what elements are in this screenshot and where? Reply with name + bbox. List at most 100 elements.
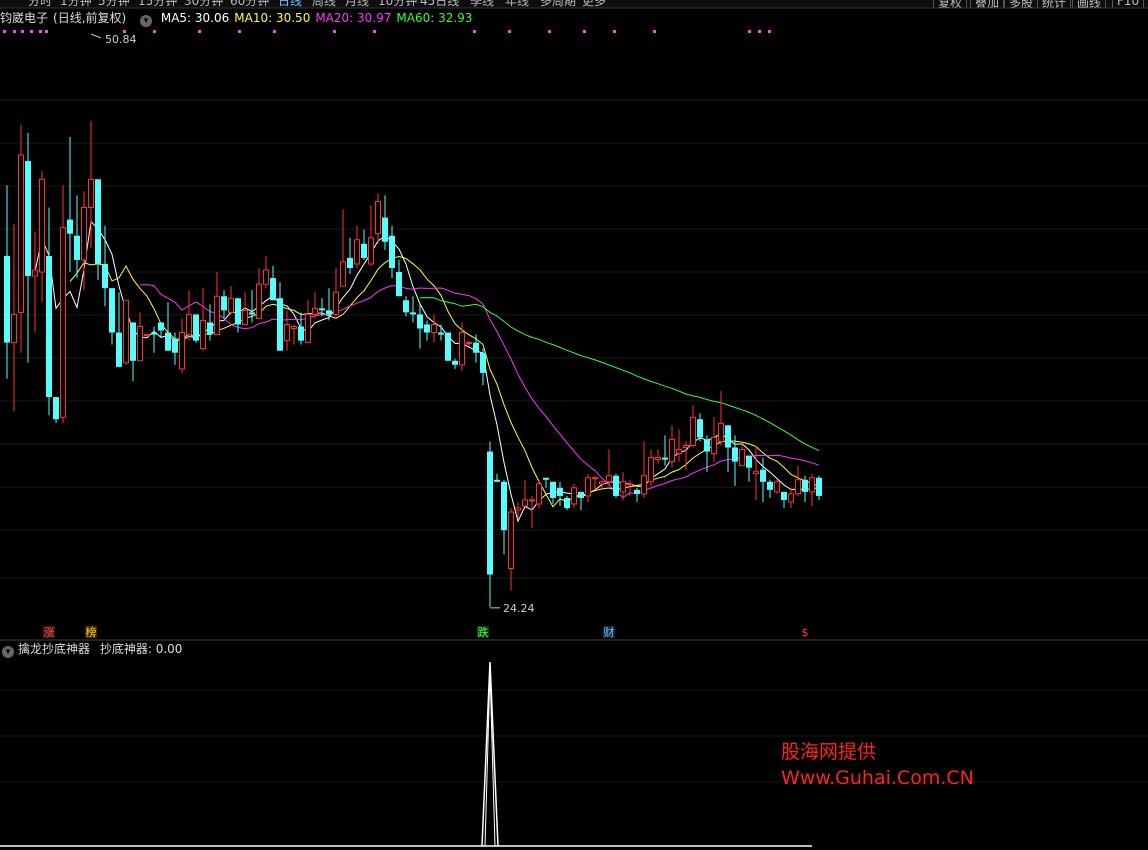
candle-body [592,477,598,480]
candle-body [277,298,283,351]
candle-body [81,206,87,261]
candle-body [697,419,703,438]
candle-body [67,219,73,234]
candle-body [186,313,192,336]
candle-body [207,322,213,335]
candle-body [291,325,297,330]
candle-body [669,438,675,463]
candle-body [361,243,367,258]
candle-body [459,332,465,366]
candle-body [179,332,185,370]
candle-body [466,342,472,345]
candle-body [571,487,577,505]
candle-body [585,477,591,497]
indicator-header: ▾ 擒龙抄底神器 抄底神器: 0.00 [2,641,182,658]
candle-body [200,319,206,350]
candle-body [102,263,108,289]
candle-body [256,283,262,319]
candle-body [795,479,801,495]
candle-body [424,324,430,333]
candle-body [690,416,696,446]
candle-body [284,323,290,342]
candle-body [403,300,409,313]
candle-body [18,154,24,313]
candle-body [214,295,220,336]
candle-body [508,511,514,570]
candle-body [655,457,661,461]
candle-body [711,436,717,455]
candle-body [130,322,136,361]
candle-body [333,291,339,315]
candle-body [515,507,521,511]
candle-body [193,314,199,341]
dot-marker [273,30,276,33]
candle-body [781,491,787,500]
ma5-line [34,220,820,523]
candle-body [326,310,332,315]
high-arrow [90,33,102,39]
dot-marker [45,30,48,33]
candle-body [109,288,115,333]
dot-marker [3,30,6,33]
dot-marker [748,30,751,33]
candle-body [242,309,248,325]
indicator-title: 擒龙抄底神器 [18,642,91,656]
high-price-label: 50.84 [105,33,137,46]
candle-body [438,332,444,335]
candle-body [739,449,745,467]
candle-body [746,455,752,468]
low-price-label: 24.24 [503,602,535,615]
candle-body [221,296,227,311]
candle-body [550,481,556,498]
candle-body [368,237,374,265]
candlestick-chart[interactable]: 50.84 24.24 涨 榜 跌 财 $ [0,0,1148,850]
dot-marker [768,30,771,33]
candle-body [634,489,640,494]
event-marker: 涨 [44,626,55,639]
candle-body [25,161,31,277]
candle-body [235,298,241,325]
dot-marker [198,30,201,33]
candle-body [60,227,66,418]
dot-marker [613,30,616,33]
candle-body [389,235,395,268]
candle-body [396,272,402,297]
candle-body [487,451,493,575]
dot-marker [373,30,376,33]
candle-body [151,332,157,335]
candle-body [543,477,549,480]
candle-body [627,483,633,486]
candle-body [767,481,773,490]
candle-body [165,332,171,351]
candle-body [522,499,528,507]
dot-marker [583,30,586,33]
event-marker: 榜 [86,625,97,639]
ma60-line [419,297,820,452]
candle-body [641,475,647,495]
candle-body [606,475,612,483]
candle-body [774,481,780,493]
dot-marker [548,30,551,33]
candle-body [494,479,500,482]
candle-body [480,352,486,373]
candle-body [53,397,59,420]
candle-body [599,481,605,485]
candle-body [32,269,38,277]
chevron-down-icon[interactable]: ▾ [2,646,14,658]
dot-marker [153,30,156,33]
candle-body [270,278,276,301]
candle-body [4,255,10,343]
candle-body [74,235,80,260]
watermark-line1: 股海网提供 [781,741,877,763]
candle-body [564,497,570,509]
event-marker: 财 [604,625,615,639]
candle-body [410,312,416,315]
candle-body [88,178,94,208]
candle-body [137,325,143,362]
dot-marker [333,30,336,33]
candle-body [375,200,381,235]
candle-body [354,239,360,265]
candle-body [578,491,584,498]
candle-body [753,471,759,475]
candle-body [718,422,724,442]
